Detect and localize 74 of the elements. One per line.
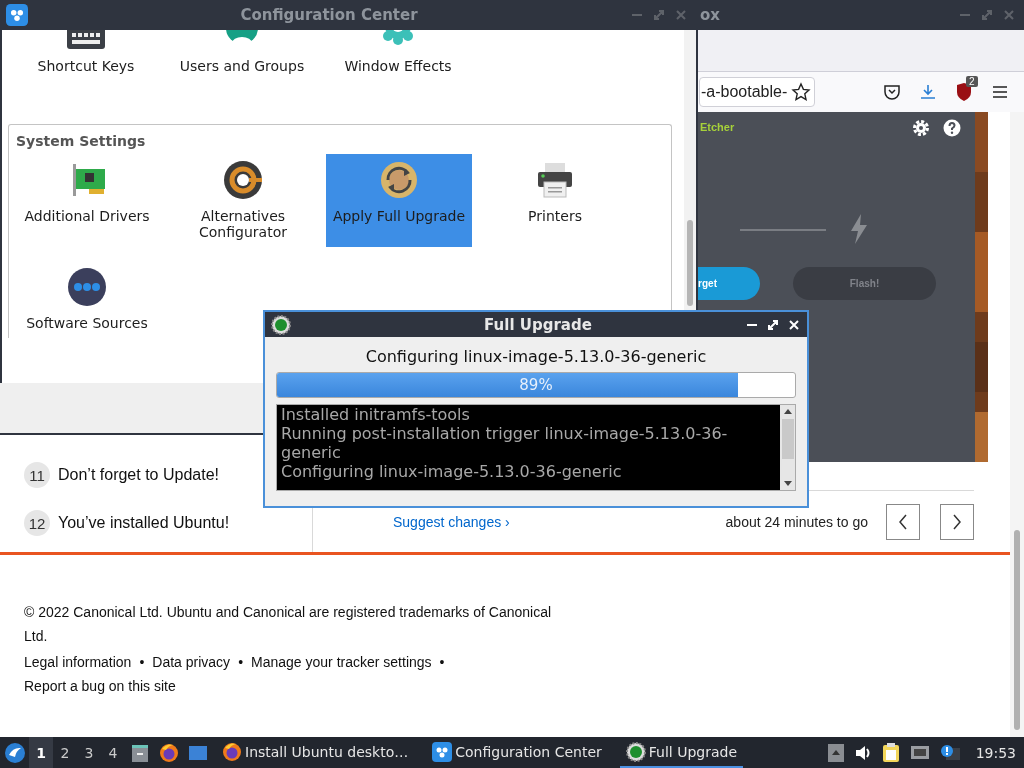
workspace-button[interactable]: 1 [29, 737, 53, 768]
suggest-changes-link[interactable]: Suggest changes › [393, 513, 510, 530]
settings-item[interactable]: Additional Drivers [14, 154, 160, 247]
printer-icon [535, 160, 575, 200]
window-title: Configuration Center [239, 6, 419, 24]
app-name: Etcher [700, 121, 735, 133]
footer-link[interactable]: Data privacy [152, 650, 231, 674]
copyright-text: © 2022 Canonical Ltd. Ubuntu and Canonical are registered trademarks of Canonical Ltd. [24, 603, 552, 646]
maximize-icon[interactable] [766, 317, 780, 332]
log-line: Configuring linux-image-5.13.0-36-generic [281, 462, 623, 481]
footer-link[interactable]: Manage your tracker settings [251, 650, 432, 674]
network-icon[interactable] [909, 743, 930, 762]
window-title: ox [700, 6, 720, 24]
progress-label: 89% [518, 376, 554, 394]
address-field[interactable]: -a-bootable- [699, 77, 815, 107]
taskbar-item[interactable]: Configuration Center [426, 737, 608, 768]
step-link[interactable]: Don’t forget to Update! [58, 466, 219, 484]
log-line: Running post-installation trigger linux-image-5.13.0-36-generic [281, 424, 729, 462]
step-number: 12 [24, 510, 50, 536]
workspace-button[interactable]: 4 [101, 737, 125, 768]
file-cabinet-icon[interactable] [129, 742, 150, 763]
close-icon[interactable] [787, 317, 801, 332]
refresh-icon [379, 160, 419, 200]
update-alert-icon[interactable] [939, 743, 960, 762]
scrollbar-thumb[interactable] [1014, 530, 1020, 730]
download-icon[interactable] [919, 83, 937, 101]
desktop-icon[interactable] [187, 743, 208, 762]
app-logo-icon [432, 741, 453, 762]
clipboard-icon[interactable] [881, 742, 900, 763]
ring-logo-icon [223, 160, 263, 200]
scrollbar-thumb[interactable] [781, 419, 794, 459]
taskbar-item[interactable]: Full Upgrade [619, 737, 743, 768]
dialog-title: Full Upgrade [483, 315, 593, 334]
settings-item[interactable]: Users and Groups [169, 30, 315, 81]
footer-link[interactable]: Legal information [24, 650, 132, 674]
step-link[interactable]: You’ve installed Ubuntu! [58, 514, 230, 532]
clock: 19:53 [975, 744, 1016, 761]
footer-link[interactable]: Report a bug on this site [24, 674, 176, 698]
section-title: System Settings [16, 133, 146, 149]
star-icon[interactable] [791, 82, 812, 102]
status-text: Configuring linux-image-5.13.0-36-generic [364, 347, 708, 366]
lightning-icon [849, 214, 869, 244]
step-number: 11 [24, 462, 50, 488]
menu-icon[interactable] [991, 83, 1009, 101]
reading-time: about 24 minutes to go [725, 513, 868, 530]
more-icon [67, 267, 107, 307]
notification-badge: 2 [966, 76, 978, 87]
workspace-button[interactable]: 2 [53, 737, 77, 768]
app-logo-icon[interactable] [6, 4, 28, 26]
taskbar-item[interactable]: Install Ubuntu deskto… [216, 737, 415, 768]
volume-icon[interactable] [853, 743, 872, 762]
next-button[interactable] [940, 503, 974, 540]
settings-item[interactable]: Apply Full Upgrade [326, 154, 472, 247]
separator: • [439, 653, 445, 672]
settings-item[interactable]: Printers [482, 154, 628, 247]
scrollbar-thumb[interactable] [687, 220, 693, 306]
help-icon [943, 119, 961, 137]
separator: • [139, 653, 145, 672]
settings-item[interactable]: Window Effects [325, 30, 471, 81]
chevron-right-icon [952, 513, 962, 530]
log-line: Installed initramfs-tools [281, 405, 471, 424]
chevron-left-icon [898, 513, 908, 530]
expand-tray-icon[interactable] [827, 743, 844, 762]
browser-icon[interactable] [158, 742, 179, 763]
start-menu-icon[interactable] [3, 741, 26, 764]
settings-item[interactable]: Software Sources [14, 261, 160, 338]
previous-button[interactable] [886, 503, 920, 540]
workspace-button[interactable]: 3 [77, 737, 101, 768]
pocket-icon[interactable] [883, 83, 901, 101]
settings-item[interactable]: Alternatives Configurator [170, 154, 316, 247]
settings-icon [912, 119, 930, 137]
separator: • [238, 653, 244, 672]
settings-item[interactable]: Shortcut Keys [13, 30, 159, 81]
browser-icon [222, 741, 242, 762]
